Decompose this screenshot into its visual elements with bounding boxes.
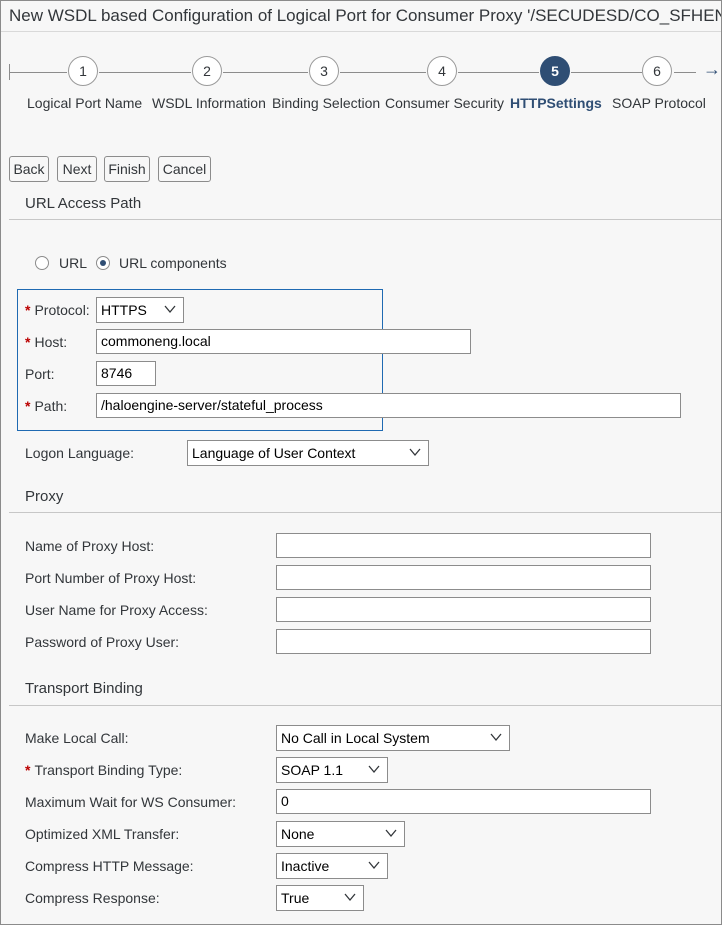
roadmap-line <box>674 72 696 73</box>
max-wait-label: Maximum Wait for WS Consumer: <box>25 794 237 810</box>
chevron-down-icon <box>489 730 503 744</box>
binding-type-label: * Transport Binding Type: <box>25 762 183 778</box>
chevron-down-icon <box>343 890 357 904</box>
compress-response-label: Compress Response: <box>25 890 160 906</box>
host-label: * Host: <box>25 334 68 350</box>
compress-response-select[interactable]: True <box>276 885 364 911</box>
roadmap-line <box>340 72 426 73</box>
chevron-down-icon <box>384 826 398 840</box>
section-divider <box>9 705 721 706</box>
compress-message-label: Compress HTTP Message: <box>25 858 194 874</box>
chevron-down-icon <box>408 445 422 459</box>
wizard-step-2[interactable]: 2 <box>192 56 222 86</box>
section-divider <box>9 219 721 220</box>
proxy-heading: Proxy <box>25 488 64 505</box>
proxy-host-label: Name of Proxy Host: <box>25 538 155 554</box>
roadmap-line <box>99 72 191 73</box>
wizard-step-3[interactable]: 3 <box>309 56 339 86</box>
path-label: * Path: <box>25 398 68 414</box>
url-radio[interactable] <box>35 256 49 270</box>
section-divider <box>9 512 721 513</box>
wizard-step-label[interactable]: Binding Selection <box>272 95 380 111</box>
wizard-step-6[interactable]: 6 <box>642 56 672 86</box>
roadmap-line <box>458 72 539 73</box>
required-indicator: * <box>25 302 31 318</box>
back-button[interactable]: Back <box>9 156 49 182</box>
chevron-down-icon <box>163 302 177 316</box>
proxy-port-label: Port Number of Proxy Host: <box>25 570 197 586</box>
title-divider <box>1 31 721 32</box>
logon-language-select[interactable]: Language of User Context <box>187 440 429 466</box>
roadmap-line <box>223 72 308 73</box>
binding-type-select[interactable]: SOAP 1.1 <box>276 757 388 783</box>
local-call-select[interactable]: No Call in Local System <box>276 725 510 751</box>
xml-transfer-label: Optimized XML Transfer: <box>25 826 180 842</box>
next-button[interactable]: Next <box>57 156 97 182</box>
chevron-down-icon <box>367 858 381 872</box>
cancel-button[interactable]: Cancel <box>158 156 211 182</box>
window-title: New WSDL based Configuration of Logical … <box>9 6 722 25</box>
local-call-label: Make Local Call: <box>25 730 129 746</box>
protocol-select[interactable]: HTTPS <box>96 297 184 323</box>
wizard-step-4[interactable]: 4 <box>427 56 457 86</box>
roadmap-line <box>571 72 642 73</box>
protocol-label: * Protocol: <box>25 302 90 318</box>
required-indicator: * <box>25 398 31 414</box>
roadmap-next-arrow-icon[interactable]: → <box>703 59 721 80</box>
path-input[interactable]: /haloengine-server/stateful_process <box>96 393 681 418</box>
required-indicator: * <box>25 762 31 778</box>
port-label: Port: <box>25 366 55 382</box>
proxy-password-input[interactable] <box>276 629 651 654</box>
proxy-port-input[interactable] <box>276 565 651 590</box>
proxy-host-input[interactable] <box>276 533 651 558</box>
url-radio-label[interactable]: URL <box>59 255 87 271</box>
wizard-step-label[interactable]: SOAP Protocol <box>612 95 706 111</box>
compress-message-select[interactable]: Inactive <box>276 853 388 879</box>
finish-button[interactable]: Finish <box>104 156 150 182</box>
wizard-step-label[interactable]: Logical Port Name <box>27 95 142 111</box>
max-wait-input[interactable]: 0 <box>276 789 651 814</box>
proxy-user-input[interactable] <box>276 597 651 622</box>
wizard-step-label[interactable]: HTTPSettings <box>510 95 602 111</box>
wizard-step-label[interactable]: Consumer Security <box>385 95 504 111</box>
wizard-step-label[interactable]: WSDL Information <box>152 95 266 111</box>
chevron-down-icon <box>367 762 381 776</box>
url-components-radio[interactable] <box>96 256 110 270</box>
url-components-radio-label[interactable]: URL components <box>119 255 227 271</box>
xml-transfer-select[interactable]: None <box>276 821 405 847</box>
port-input[interactable]: 8746 <box>96 361 156 386</box>
required-indicator: * <box>25 334 31 350</box>
logon-language-label: Logon Language: <box>25 445 134 461</box>
host-input[interactable]: commoneng.local <box>96 329 471 354</box>
url-access-heading: URL Access Path <box>25 195 142 212</box>
proxy-password-label: Password of Proxy User: <box>25 634 180 650</box>
wizard-step-5[interactable]: 5 <box>540 56 570 86</box>
dialog-window: New WSDL based Configuration of Logical … <box>0 0 722 925</box>
proxy-user-label: User Name for Proxy Access: <box>25 602 208 618</box>
wizard-step-1[interactable]: 1 <box>68 56 98 86</box>
roadmap-line <box>9 72 67 73</box>
transport-binding-heading: Transport Binding <box>25 680 143 697</box>
